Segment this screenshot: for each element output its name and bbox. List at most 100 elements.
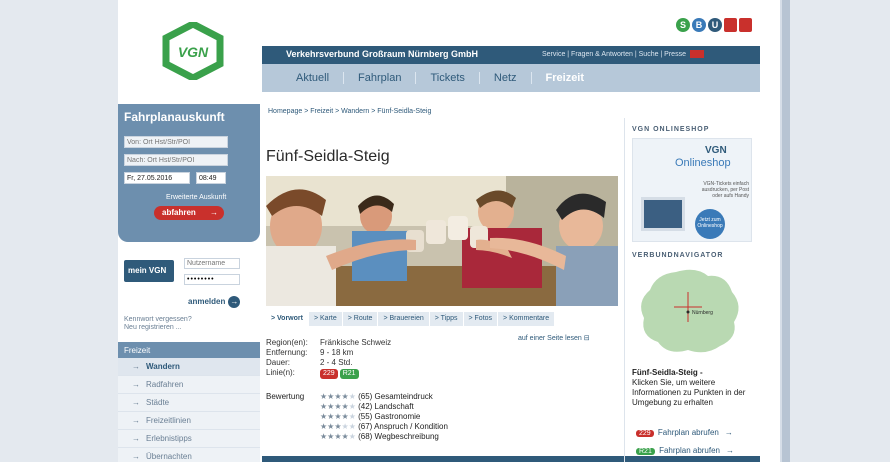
service-icon-extra-4[interactable] <box>739 18 752 32</box>
page-edge <box>782 0 790 462</box>
from-input[interactable] <box>124 136 228 148</box>
tab-karte[interactable]: > Karte <box>308 312 342 326</box>
one-page-link[interactable]: auf einer Seite lesen ⊟ <box>518 334 590 342</box>
arrow-right-icon: → <box>210 208 218 217</box>
register-link[interactable]: Neu registrieren ... <box>124 324 192 332</box>
freizeit-item-erlebnistipps[interactable]: → Erlebnistipps <box>118 430 260 448</box>
rating-label: Bewertung <box>266 392 305 401</box>
vgn-logo[interactable]: VGN <box>162 22 224 80</box>
line-badges: 229 R21 <box>320 368 361 379</box>
map-title[interactable]: Fünf-Seidla-Steig - <box>632 368 754 378</box>
freizeit-item-städte[interactable]: → Städte <box>118 394 260 412</box>
print-icon[interactable]: ⊟ <box>584 335 590 342</box>
star-icon: ★ <box>334 422 342 431</box>
fahrplan-link-r21[interactable]: R21 Fahrplan abrufen → <box>636 446 734 455</box>
laptop-icon <box>641 197 685 231</box>
freizeit-nav-heading: Freizeit <box>118 342 260 358</box>
distance-value: 9 - 18 km <box>320 348 354 357</box>
shop-brand: VGN <box>705 145 727 156</box>
freizeit-item-radfahren[interactable]: → Radfahren <box>118 376 260 394</box>
column-divider <box>624 118 625 462</box>
fahrplan-title: Fahrplanauskunft <box>124 110 225 124</box>
service-icon-b[interactable]: B <box>692 18 706 32</box>
rating-text: (65) Gesamteindruck <box>355 392 433 401</box>
rating-text: (68) Wegbeschreibung <box>355 432 439 441</box>
left-sidebar: VGN Fahrplanauskunft Erweiterte Auskunft… <box>118 0 260 462</box>
star-rating: ★★★★★ <box>320 392 356 401</box>
to-input[interactable] <box>124 154 228 166</box>
tab-kommentare[interactable]: > Kommentare <box>498 312 555 326</box>
star-icon: ★ <box>348 392 356 401</box>
page-background-left <box>0 0 118 462</box>
tour-details: Region(en): Fränkische Schweiz Entfernung… <box>266 338 391 379</box>
star-icon: ★ <box>348 432 356 441</box>
tab-brauereien[interactable]: > Brauereien <box>378 312 429 326</box>
line-badge-229[interactable]: 229 <box>320 369 338 379</box>
extended-search-link[interactable]: Erweiterte Auskunft <box>166 194 226 201</box>
star-icon: ★ <box>341 412 349 421</box>
rating-row: ★★★★★ (67) Anspruch / Kondition <box>320 422 520 432</box>
shop-heading: VGN ONLINESHOP <box>632 126 710 133</box>
footer-bar <box>262 456 760 462</box>
lines-label: Linie(n): <box>266 368 295 377</box>
freizeit-item-übernachten[interactable]: → Übernachten <box>118 448 260 462</box>
star-icon: ★ <box>348 422 356 431</box>
rating-row: ★★★★★ (65) Gesamteindruck <box>320 392 520 402</box>
service-icon-s[interactable]: S <box>676 18 690 32</box>
abfahren-button[interactable]: abfahren → <box>154 206 224 220</box>
nav-fahrplan[interactable]: Fahrplan <box>344 72 417 84</box>
breadcrumb[interactable]: Homepage > Freizeit > Wandern > Fünf-Sei… <box>268 108 431 115</box>
nav-freizeit[interactable]: Freizeit <box>532 72 599 84</box>
star-icon: ★ <box>341 402 349 411</box>
org-name: Verkehrsverbund Großraum Nürnberg GmbH <box>286 49 479 59</box>
fahrplan-widget: Fahrplanauskunft Erweiterte Auskunft abf… <box>118 104 260 242</box>
line-badge-r21[interactable]: R21 <box>339 369 359 379</box>
fahrplan-link-label: Fahrplan abrufen <box>656 446 720 455</box>
login-button[interactable]: anmelden → <box>188 296 241 308</box>
page-title: Fünf-Seidla-Steig <box>266 148 390 165</box>
rating-text: (42) Landschaft <box>355 402 414 411</box>
freizeit-item-label: Freizeitlinien <box>146 416 191 425</box>
mein-vgn-text: mein VGN <box>128 266 167 275</box>
tab-fotos[interactable]: > Fotos <box>463 312 498 326</box>
nav-tickets[interactable]: Tickets <box>416 72 480 84</box>
region-label: Region(en): <box>266 338 308 347</box>
rating-row: ★★★★★ (42) Landschaft <box>320 402 520 412</box>
service-icon-extra-3[interactable] <box>724 18 737 32</box>
nav-netz[interactable]: Netz <box>480 72 532 84</box>
freizeit-item-label: Erlebnistipps <box>146 434 192 443</box>
rating-row: ★★★★★ (55) Gastronomie <box>320 412 520 422</box>
freizeit-item-wandern[interactable]: → Wandern <box>118 358 260 376</box>
onlineshop-banner[interactable]: VGN Onlineshop VGN-Tickets einfach ausdr… <box>632 138 752 242</box>
arrow-right-icon: → <box>132 452 140 461</box>
service-links[interactable]: Service | Fragen & Antworten | Suche | P… <box>542 50 704 58</box>
date-input[interactable] <box>124 172 190 184</box>
line-badge: R21 <box>636 448 655 455</box>
abfahren-label: abfahren <box>162 208 196 217</box>
nav-aktuell[interactable]: Aktuell <box>282 72 345 84</box>
arrow-right-icon: → <box>132 362 140 371</box>
tab-route[interactable]: > Route <box>342 312 378 326</box>
arrow-right-icon: → <box>132 398 140 407</box>
password-input[interactable] <box>184 274 240 285</box>
tab-vorwort[interactable]: > Vorwort <box>266 312 308 326</box>
service-icon-u[interactable]: U <box>708 18 722 32</box>
username-input[interactable] <box>184 258 240 269</box>
forgot-password-link[interactable]: Kennwort vergessen? <box>124 316 192 324</box>
fahrplan-link-229[interactable]: 229 Fahrplan abrufen → <box>636 428 733 437</box>
shop-button[interactable]: Jetzt zum Onlineshop <box>695 209 725 239</box>
freizeit-item-freizeitlinien[interactable]: → Freizeitlinien <box>118 412 260 430</box>
star-rating: ★★★★★ <box>320 412 356 421</box>
logo-text: VGN <box>178 44 209 60</box>
verbund-map[interactable]: Nürnberg <box>636 266 746 356</box>
freizeit-item-label: Radfahren <box>146 380 184 389</box>
tab-tipps[interactable]: > Tipps <box>429 312 463 326</box>
star-icon: ★ <box>348 402 356 411</box>
mein-vgn-logo: mein VGN <box>124 260 174 282</box>
time-input[interactable] <box>196 172 226 184</box>
freizeit-nav: Freizeit → Wandern → Radfahren → Städte → Freiz… <box>118 342 260 462</box>
region-value: Fränkische Schweiz <box>320 338 392 347</box>
star-icon: ★ <box>341 422 349 431</box>
rating-row: ★★★★★ (68) Wegbeschreibung <box>320 432 520 442</box>
english-flag-icon[interactable] <box>689 50 704 58</box>
